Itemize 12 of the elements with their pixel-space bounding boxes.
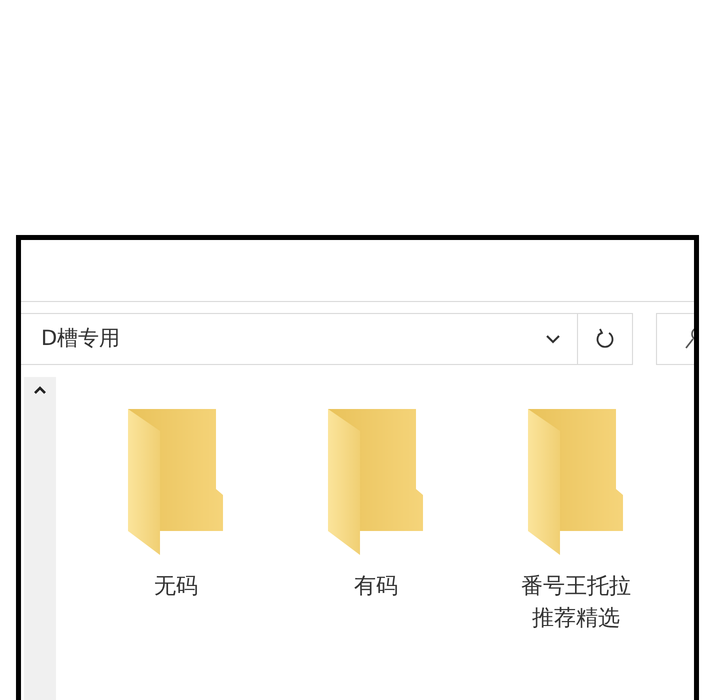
search-field[interactable]: [656, 313, 694, 365]
folder-icon[interactable]: [526, 409, 626, 555]
folder-name: 无码: [152, 573, 199, 601]
chevron-up-icon[interactable]: [33, 385, 47, 395]
refresh-icon: [595, 328, 615, 350]
folder-icon[interactable]: [326, 409, 426, 555]
folder-name: 番号王托拉推荐精选: [520, 573, 632, 633]
folder-icon[interactable]: [126, 409, 226, 555]
folder-name: 有码: [352, 573, 399, 601]
refresh-button[interactable]: [578, 313, 633, 365]
chevron-down-icon[interactable]: [545, 334, 561, 344]
scrollbar[interactable]: [24, 377, 56, 700]
